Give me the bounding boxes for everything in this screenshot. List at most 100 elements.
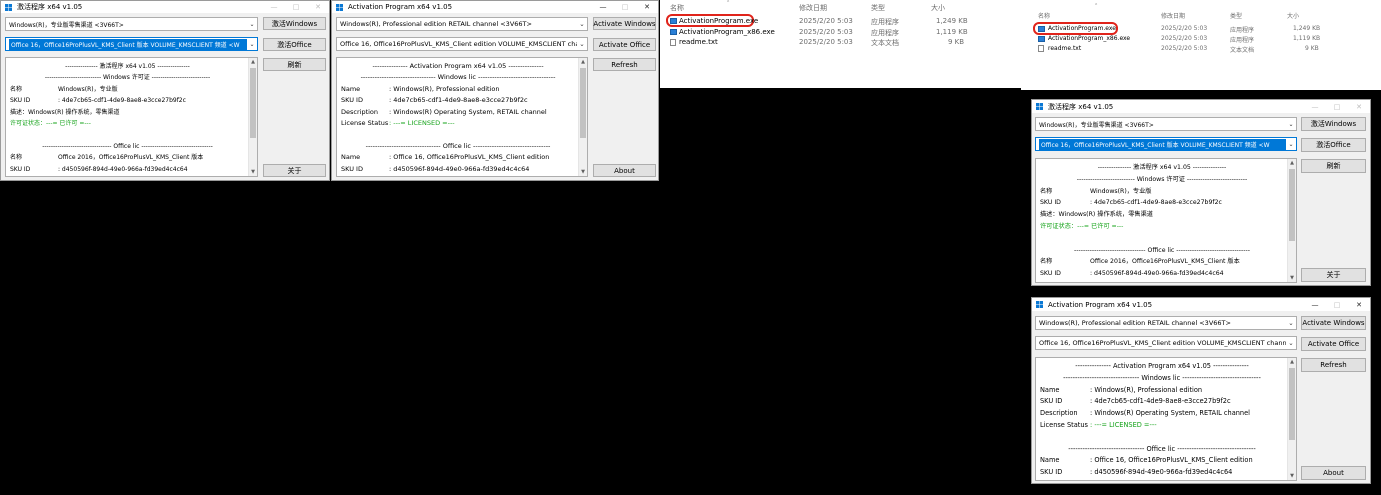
- license-value: : d450596f-894d-49e0-966a-fd39ed4c4c64: [389, 164, 530, 173]
- license-value: : Office 16, Office16ProPlusVL_KMS_Clien…: [1090, 456, 1253, 465]
- activation-window-en-large: Activation Program x64 v1.05 — □ ✕ Windo…: [1031, 297, 1371, 484]
- license-output[interactable]: --------------- 激活程序 x64 v1.05 ---------…: [5, 57, 258, 177]
- column-header-date[interactable]: 修改日期: [1161, 11, 1185, 20]
- activation-window-en-small: Activation Program x64 v1.05 — □ ✕ Windo…: [331, 0, 659, 181]
- activation-window-cn-small: 激活程序 x64 v1.05 — □ ✕ Windows(R)，专业版零售渠道 …: [0, 0, 330, 181]
- dropdown-arrow-icon: ⌄: [579, 20, 585, 28]
- minimize-icon[interactable]: —: [263, 1, 285, 13]
- license-value: : 4de7cb65-cdf1-4de9-8ae8-e3cce27b9f2c: [1090, 199, 1222, 207]
- license-key: License Status: [341, 119, 389, 128]
- license-value: 描述：Windows(R) 操作系统，零售渠道: [10, 108, 120, 116]
- license-line: SKU ID: 4de7cb65-cdf1-4de9-8ae8-e3cce27b…: [1040, 197, 1284, 209]
- license-value: -------------------------------- Windows…: [360, 73, 556, 82]
- activate-office-button[interactable]: Activate Office: [593, 38, 656, 51]
- close-icon[interactable]: ✕: [307, 1, 329, 13]
- column-header-name[interactable]: 名称: [1038, 11, 1050, 20]
- windows-edition-select[interactable]: Windows(R)，专业版零售渠道 <3V66T> ⌄: [5, 17, 258, 31]
- file-explorer-small: 名称 ⌃ 修改日期 类型 大小 ActivationProgram.exe 20…: [660, 0, 1021, 88]
- scroll-up-icon[interactable]: ▲: [249, 58, 257, 66]
- dropdown-arrow-icon: ⌄: [249, 20, 255, 28]
- column-header-size[interactable]: 大小: [931, 3, 945, 13]
- office-edition-select[interactable]: Office 16, Office16ProPlusVL_KMS_Client …: [336, 37, 588, 51]
- activate-office-button[interactable]: 激活Office: [263, 38, 326, 51]
- license-value: -------------------------- Windows 许可证 -…: [1076, 175, 1248, 183]
- about-button[interactable]: About: [1301, 466, 1366, 480]
- activation-window-cn-large: 激活程序 x64 v1.05 — □ ✕ Windows(R)，专业版零售渠道 …: [1031, 99, 1371, 286]
- txt-file-icon: [670, 38, 676, 46]
- activate-windows-button[interactable]: 激活Windows: [263, 17, 326, 30]
- refresh-button[interactable]: Refresh: [593, 58, 656, 71]
- dropdown-arrow-icon: ⌄: [579, 40, 585, 48]
- activate-windows-button[interactable]: Activate Windows: [593, 17, 656, 30]
- license-output[interactable]: --------------- Activation Program x64 v…: [336, 57, 588, 177]
- license-line: -------------------------------- Office …: [341, 141, 575, 152]
- column-header-name[interactable]: 名称: [670, 3, 684, 13]
- minimize-icon[interactable]: —: [1304, 100, 1326, 113]
- title-bar[interactable]: 激活程序 x64 v1.05 — □ ✕: [1, 1, 329, 13]
- scroll-up-icon[interactable]: ▲: [1288, 159, 1296, 167]
- maximize-icon[interactable]: □: [1326, 298, 1348, 311]
- windows-edition-select[interactable]: Windows(R), Professional edition RETAIL …: [1035, 316, 1297, 330]
- office-edition-select[interactable]: Office 16，Office16ProPlusVL_KMS_Client 版…: [1035, 137, 1297, 151]
- maximize-icon[interactable]: □: [1326, 100, 1348, 113]
- license-line: [1040, 233, 1284, 245]
- license-line: 许可证状态：---= 已许可 =---: [1040, 221, 1284, 233]
- title-bar[interactable]: 激活程序 x64 v1.05 — □ ✕: [1032, 100, 1370, 113]
- maximize-icon[interactable]: □: [285, 1, 307, 13]
- about-button[interactable]: 关于: [263, 164, 326, 177]
- office-edition-select[interactable]: Office 16, Office16ProPlusVL_KMS_Client …: [1035, 336, 1297, 350]
- windows-edition-select[interactable]: Windows(R)，专业版零售渠道 <3V66T> ⌄: [1035, 117, 1297, 131]
- title-bar[interactable]: Activation Program x64 v1.05 — □ ✕: [1032, 298, 1370, 311]
- close-icon[interactable]: ✕: [636, 1, 658, 13]
- license-key: Description: [341, 107, 379, 116]
- refresh-button[interactable]: 刷新: [1301, 159, 1366, 173]
- activate-windows-button[interactable]: Activate Windows: [1301, 316, 1366, 330]
- vertical-scrollbar[interactable]: ▲ ▼: [1287, 159, 1296, 282]
- license-line: SKU ID: d450596f-894d-49e0-966a-fd39ed4c…: [1040, 268, 1284, 280]
- refresh-button[interactable]: 刷新: [263, 58, 326, 71]
- license-line: [10, 129, 245, 140]
- vertical-scrollbar[interactable]: ▲ ▼: [248, 58, 257, 176]
- license-value: : d450596f-894d-49e0-966a-fd39ed4c4c64: [1090, 468, 1233, 477]
- scroll-up-icon[interactable]: ▲: [1288, 358, 1296, 366]
- scroll-down-icon[interactable]: ▼: [1288, 472, 1296, 480]
- exe-file-icon: [670, 29, 677, 35]
- column-header-size[interactable]: 大小: [1287, 11, 1299, 20]
- license-value: -------------------------- Windows 许可证 -…: [44, 74, 211, 82]
- license-value: 许可证状态：---= 已许可 =---: [1040, 222, 1124, 230]
- scroll-down-icon[interactable]: ▼: [249, 168, 257, 176]
- activate-office-button[interactable]: 激活Office: [1301, 138, 1366, 152]
- license-output[interactable]: --------------- 激活程序 x64 v1.05 ---------…: [1035, 158, 1297, 283]
- license-key: 名称: [10, 85, 23, 93]
- license-value: --------------- Activation Program x64 v…: [372, 62, 544, 70]
- exe-file-icon: [1038, 25, 1045, 32]
- column-header-type[interactable]: 类型: [871, 3, 885, 13]
- minimize-icon[interactable]: —: [592, 1, 614, 13]
- refresh-button[interactable]: Refresh: [1301, 358, 1366, 372]
- minimize-icon[interactable]: —: [1304, 298, 1326, 311]
- license-line: --------------- 激活程序 x64 v1.05 ---------…: [1040, 162, 1284, 174]
- license-key: Name: [341, 84, 361, 93]
- license-lines: --------------- Activation Program x64 v…: [1040, 361, 1284, 479]
- vertical-scrollbar[interactable]: ▲ ▼: [1287, 358, 1296, 480]
- close-icon[interactable]: ✕: [1348, 298, 1370, 311]
- about-button[interactable]: 关于: [1301, 268, 1366, 282]
- close-icon[interactable]: ✕: [1348, 100, 1370, 113]
- license-line: -------------------------- Windows 许可证 -…: [1040, 174, 1284, 186]
- license-key: 名称: [1040, 187, 1053, 195]
- maximize-icon[interactable]: □: [614, 1, 636, 13]
- activate-office-button[interactable]: Activate Office: [1301, 337, 1366, 351]
- vertical-scrollbar[interactable]: ▲ ▼: [578, 58, 587, 176]
- scroll-down-icon[interactable]: ▼: [1288, 274, 1296, 282]
- file-name: ActivationProgram.exe: [679, 17, 759, 25]
- scroll-down-icon[interactable]: ▼: [579, 168, 587, 176]
- about-button[interactable]: About: [593, 164, 656, 177]
- activate-windows-button[interactable]: 激活Windows: [1301, 117, 1366, 131]
- column-header-date[interactable]: 修改日期: [799, 3, 827, 13]
- windows-edition-select[interactable]: Windows(R), Professional edition RETAIL …: [336, 17, 588, 31]
- license-output[interactable]: --------------- Activation Program x64 v…: [1035, 357, 1297, 481]
- title-bar[interactable]: Activation Program x64 v1.05 — □ ✕: [332, 1, 658, 13]
- scroll-up-icon[interactable]: ▲: [579, 58, 587, 66]
- office-edition-select[interactable]: Office 16，Office16ProPlusVL_KMS_Client 版…: [5, 37, 258, 51]
- column-header-type[interactable]: 类型: [1230, 11, 1242, 20]
